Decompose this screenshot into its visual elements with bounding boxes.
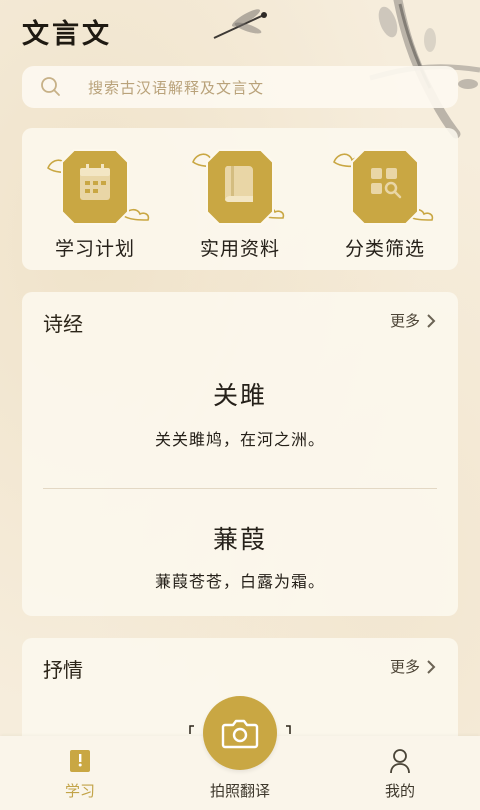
shortcut-label: 实用资料: [199, 238, 280, 260]
shortcut-category-filter[interactable]: 分类筛选: [330, 146, 440, 261]
nav-item-mine[interactable]: 我的: [340, 736, 460, 801]
book-icon: [192, 149, 285, 225]
calendar-icon: [47, 149, 150, 225]
poem-title: 蒹葭: [212, 525, 267, 554]
divider: [43, 488, 437, 489]
study-icon: [70, 750, 90, 772]
poem-title: 关雎: [212, 381, 267, 410]
more-link[interactable]: 更多: [390, 656, 436, 677]
nav-item-study[interactable]: 学习: [20, 736, 140, 801]
nav-label: 学习: [64, 782, 95, 800]
camera-button[interactable]: [203, 696, 277, 770]
nav-label: 我的: [384, 782, 415, 800]
search-placeholder: 搜索古汉语解释及文言文: [88, 78, 265, 97]
more-label: 更多: [389, 658, 420, 676]
section-title: 诗经: [43, 312, 83, 336]
search-bar[interactable]: 搜索古汉语解释及文言文: [22, 66, 458, 108]
chevron-right-icon: [427, 659, 436, 674]
dragonfly-decoration: [213, 9, 267, 39]
user-icon: [390, 749, 410, 774]
section-shijing: 诗经 更多 关雎 关关雎鸠，在河之洲。 蒹葭 蒹葭苍苍，白露为霜。: [22, 292, 458, 616]
section-title: 抒情: [43, 658, 83, 682]
shortcut-label: 学习计划: [54, 238, 135, 260]
app-title: 文言文: [22, 19, 112, 50]
shortcut-study-plan[interactable]: 学习计划: [40, 146, 150, 261]
poem-line: 关关雎鸠，在河之洲。: [154, 430, 325, 449]
search-icon: [41, 77, 60, 96]
nav-label: 拍照翻译: [209, 782, 270, 800]
category-search-icon: [333, 149, 434, 225]
poem-line: 蒹葭苍苍，白露为霜。: [154, 572, 325, 591]
shortcut-resources[interactable]: 实用资料: [185, 146, 295, 261]
shortcut-card: 学习计划 实用资料 分类筛选: [22, 128, 458, 270]
camera-icon: [221, 719, 259, 749]
shortcut-label: 分类筛选: [344, 238, 425, 260]
chevron-right-icon: [427, 313, 436, 328]
more-link[interactable]: 更多: [390, 310, 436, 331]
more-label: 更多: [389, 312, 420, 330]
